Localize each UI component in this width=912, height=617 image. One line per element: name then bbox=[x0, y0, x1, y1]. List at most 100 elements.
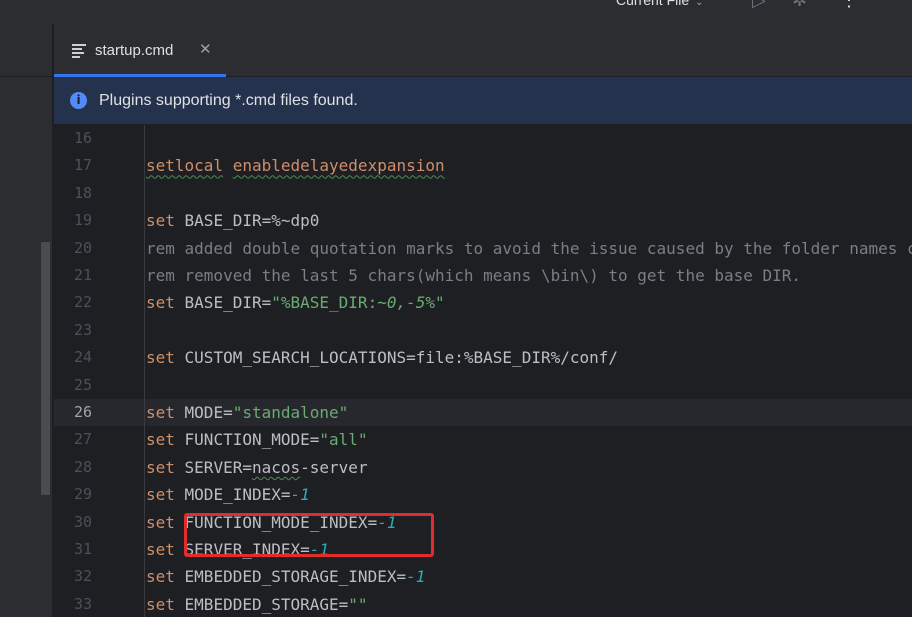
code-token: set bbox=[146, 540, 175, 559]
code-text: set CUSTOM_SEARCH_LOCATIONS=file:%BASE_D… bbox=[146, 344, 618, 371]
code-line[interactable]: 20 rem added double quotation marks to av… bbox=[54, 235, 912, 262]
code-line[interactable]: 19 set BASE_DIR=%~dp0 bbox=[54, 207, 912, 234]
line-number: 21 bbox=[73, 266, 92, 284]
code-token: EMBEDDED_STORAGE= bbox=[174, 594, 349, 614]
run-configuration-selector[interactable]: Current File ⌄ bbox=[616, 0, 704, 8]
code-text: set SERVER=nacos-server bbox=[146, 454, 368, 481]
code-line[interactable]: 22 set BASE_DIR="%BASE_DIR:~0,-5%" bbox=[54, 289, 912, 316]
code-token: %" bbox=[425, 293, 445, 313]
code-text: set EMBEDDED_STORAGE="" bbox=[146, 591, 368, 617]
code-token: "" bbox=[348, 594, 368, 614]
bug-icon[interactable]: ✲ bbox=[792, 0, 807, 11]
code-token: EMBEDDED_STORAGE_INDEX= bbox=[174, 567, 407, 587]
code-line[interactable]: 16 bbox=[54, 125, 912, 152]
code-token: MODE_INDEX= bbox=[174, 485, 291, 505]
code-text: set MODE_INDEX=-1 bbox=[146, 481, 310, 508]
code-line[interactable]: 33 set EMBEDDED_STORAGE="" bbox=[54, 591, 912, 617]
line-number: 33 bbox=[73, 594, 92, 613]
code-token: -1 bbox=[406, 567, 426, 587]
annotation-highlight-box bbox=[184, 513, 434, 557]
line-number: 19 bbox=[73, 211, 92, 230]
code-token: set bbox=[146, 457, 175, 477]
code-token: "all" bbox=[319, 430, 368, 450]
code-line[interactable]: 24 set CUSTOM_SEARCH_LOCATIONS=file:%BASE… bbox=[54, 344, 912, 371]
code-text: set MODE="standalone" bbox=[146, 399, 348, 426]
code-line[interactable]: 31 set SERVER_INDEX=-1 bbox=[54, 536, 912, 563]
code-text: rem added double quotation marks to avoi… bbox=[146, 235, 912, 262]
code-token: -server bbox=[300, 457, 368, 477]
code-token: "%BASE_DIR: bbox=[271, 293, 378, 313]
plugin-notification-banner: i Plugins supporting *.cmd files found. bbox=[54, 77, 912, 125]
code-line[interactable]: 27 set FUNCTION_MODE="all" bbox=[54, 426, 912, 453]
editor-tab-bar: startup.cmd ✕ bbox=[54, 24, 912, 77]
code-token: BASE_DIR= bbox=[174, 293, 272, 313]
code-token: BASE_DIR=%~dp0 bbox=[174, 211, 320, 231]
code-token: rem added double quotation marks to avoi… bbox=[146, 238, 912, 258]
line-number: 25 bbox=[73, 375, 92, 394]
banner-message: Plugins supporting *.cmd files found. bbox=[99, 92, 358, 109]
code-text: set EMBEDDED_STORAGE_INDEX=-1 bbox=[146, 563, 425, 590]
main-toolbar: Current File ⌄ ▷ ✲ ⋮ bbox=[0, 0, 912, 24]
code-token: -1 bbox=[290, 485, 310, 505]
code-line[interactable]: 29 set MODE_INDEX=-1 bbox=[54, 481, 912, 508]
tab-label: startup.cmd bbox=[95, 42, 174, 59]
code-token: set bbox=[146, 430, 175, 450]
code-token: CUSTOM_SEARCH_LOCATIONS=file:%BASE_DIR%/… bbox=[174, 348, 619, 368]
code-line[interactable]: 23 bbox=[54, 317, 912, 344]
code-token: set bbox=[146, 403, 175, 422]
line-number: 22 bbox=[73, 293, 92, 312]
code-token: set bbox=[146, 293, 175, 313]
file-icon bbox=[72, 44, 86, 58]
run-configuration-label: Current File bbox=[616, 0, 690, 8]
line-number: 18 bbox=[73, 183, 92, 202]
line-number: 16 bbox=[73, 129, 92, 147]
code-line[interactable]: 30 set FUNCTION_MODE_INDEX=-1 bbox=[54, 509, 912, 536]
code-token: nacos bbox=[251, 457, 301, 477]
line-number: 23 bbox=[73, 320, 92, 339]
code-line[interactable]: 32 set EMBEDDED_STORAGE_INDEX=-1 bbox=[54, 563, 912, 590]
code-editor[interactable]: 16 17 setlocal enabledelayedexpansion 18 19 s… bbox=[54, 125, 912, 617]
code-text: set BASE_DIR="%BASE_DIR:~0,-5%" bbox=[146, 289, 445, 316]
line-number: 31 bbox=[73, 540, 92, 558]
code-text: set FUNCTION_MODE="all" bbox=[146, 426, 368, 453]
code-token: set bbox=[146, 485, 175, 505]
code-text: setlocal enabledelayedexpansion bbox=[146, 152, 445, 179]
project-panel-scrollbar[interactable] bbox=[41, 242, 50, 495]
code-line[interactable]: 28 set SERVER=nacos-server bbox=[54, 454, 912, 481]
more-vertical-icon[interactable]: ⋮ bbox=[840, 0, 858, 11]
code-token: set bbox=[146, 594, 175, 614]
panel-divider bbox=[0, 76, 52, 77]
code-token: set bbox=[146, 512, 175, 532]
line-number: 29 bbox=[73, 485, 92, 504]
code-token: setlocal bbox=[146, 156, 224, 176]
code-line[interactable]: 21 rem removed the last 5 chars(which mea… bbox=[54, 262, 912, 289]
code-token: ~0,-5 bbox=[377, 293, 426, 313]
code-token: rem removed the last 5 chars(which means… bbox=[146, 266, 802, 285]
code-text: set BASE_DIR=%~dp0 bbox=[146, 207, 319, 234]
play-icon[interactable]: ▷ bbox=[752, 0, 766, 11]
line-number: 27 bbox=[73, 430, 92, 449]
code-token: FUNCTION_MODE= bbox=[174, 430, 320, 450]
code-line[interactable]: 17 setlocal enabledelayedexpansion bbox=[54, 152, 912, 179]
code-token: "standalone" bbox=[232, 403, 349, 422]
line-number: 30 bbox=[73, 512, 92, 531]
line-number: 17 bbox=[73, 156, 92, 175]
line-number: 26 bbox=[73, 403, 92, 421]
code-token: enabledelayedexpansion bbox=[232, 156, 445, 176]
code-line[interactable]: 18 bbox=[54, 180, 912, 207]
info-icon: i bbox=[70, 92, 87, 109]
code-token: set bbox=[146, 211, 175, 231]
code-token: set bbox=[146, 348, 175, 368]
tab-startup-cmd[interactable]: startup.cmd ✕ bbox=[54, 24, 226, 77]
code-line[interactable]: 26 set MODE="standalone" bbox=[54, 399, 912, 426]
line-number: 24 bbox=[73, 348, 92, 367]
code-text: rem removed the last 5 chars(which means… bbox=[146, 262, 801, 289]
chevron-down-icon: ⌄ bbox=[695, 0, 704, 8]
code-token: MODE= bbox=[174, 403, 233, 422]
code-token: SERVER= bbox=[174, 457, 252, 477]
code-line[interactable]: 25 bbox=[54, 372, 912, 399]
line-number: 20 bbox=[73, 238, 92, 257]
close-icon[interactable]: ✕ bbox=[199, 40, 212, 58]
code-token: set bbox=[146, 567, 175, 587]
